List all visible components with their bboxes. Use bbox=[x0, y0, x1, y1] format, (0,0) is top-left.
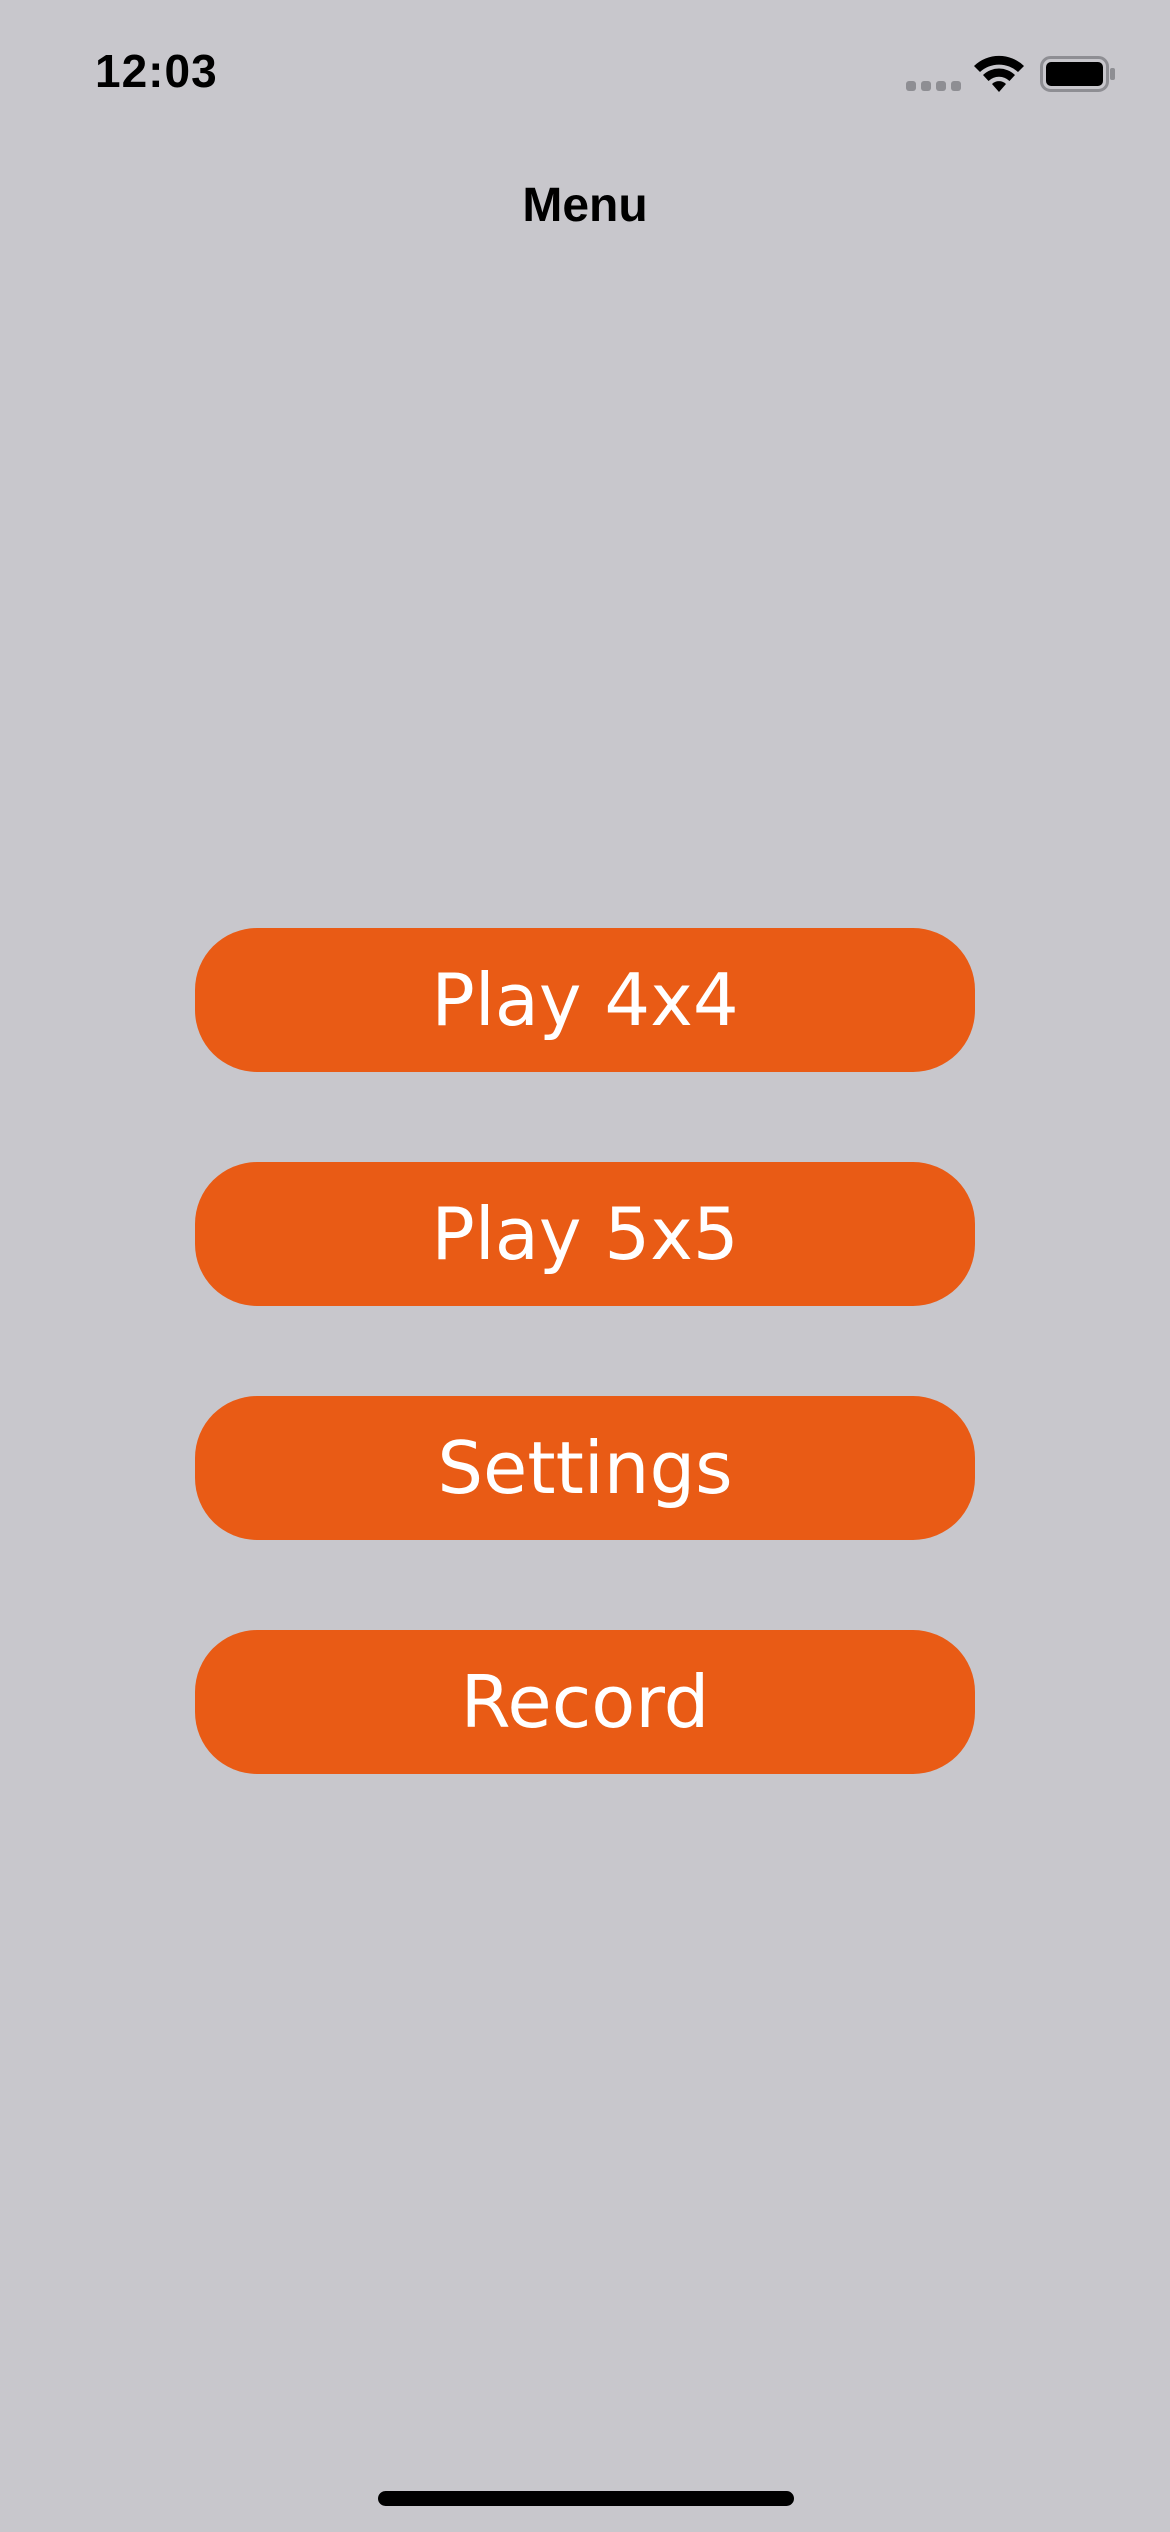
settings-button[interactable]: Settings bbox=[195, 1396, 975, 1540]
record-button[interactable]: Record bbox=[195, 1630, 975, 1774]
cellular-signal-icon bbox=[906, 81, 962, 91]
main-menu: Play 4x4 Play 5x5 Settings Record bbox=[195, 928, 975, 1774]
wifi-icon bbox=[974, 55, 1024, 92]
play-4x4-button[interactable]: Play 4x4 bbox=[195, 928, 975, 1072]
status-time: 12:03 bbox=[95, 45, 218, 97]
page-title: Menu bbox=[522, 179, 648, 232]
home-indicator[interactable] bbox=[378, 2491, 794, 2506]
play-5x5-button[interactable]: Play 5x5 bbox=[195, 1162, 975, 1306]
status-bar: 12:03 bbox=[0, 0, 1170, 150]
battery-icon bbox=[1040, 56, 1115, 92]
